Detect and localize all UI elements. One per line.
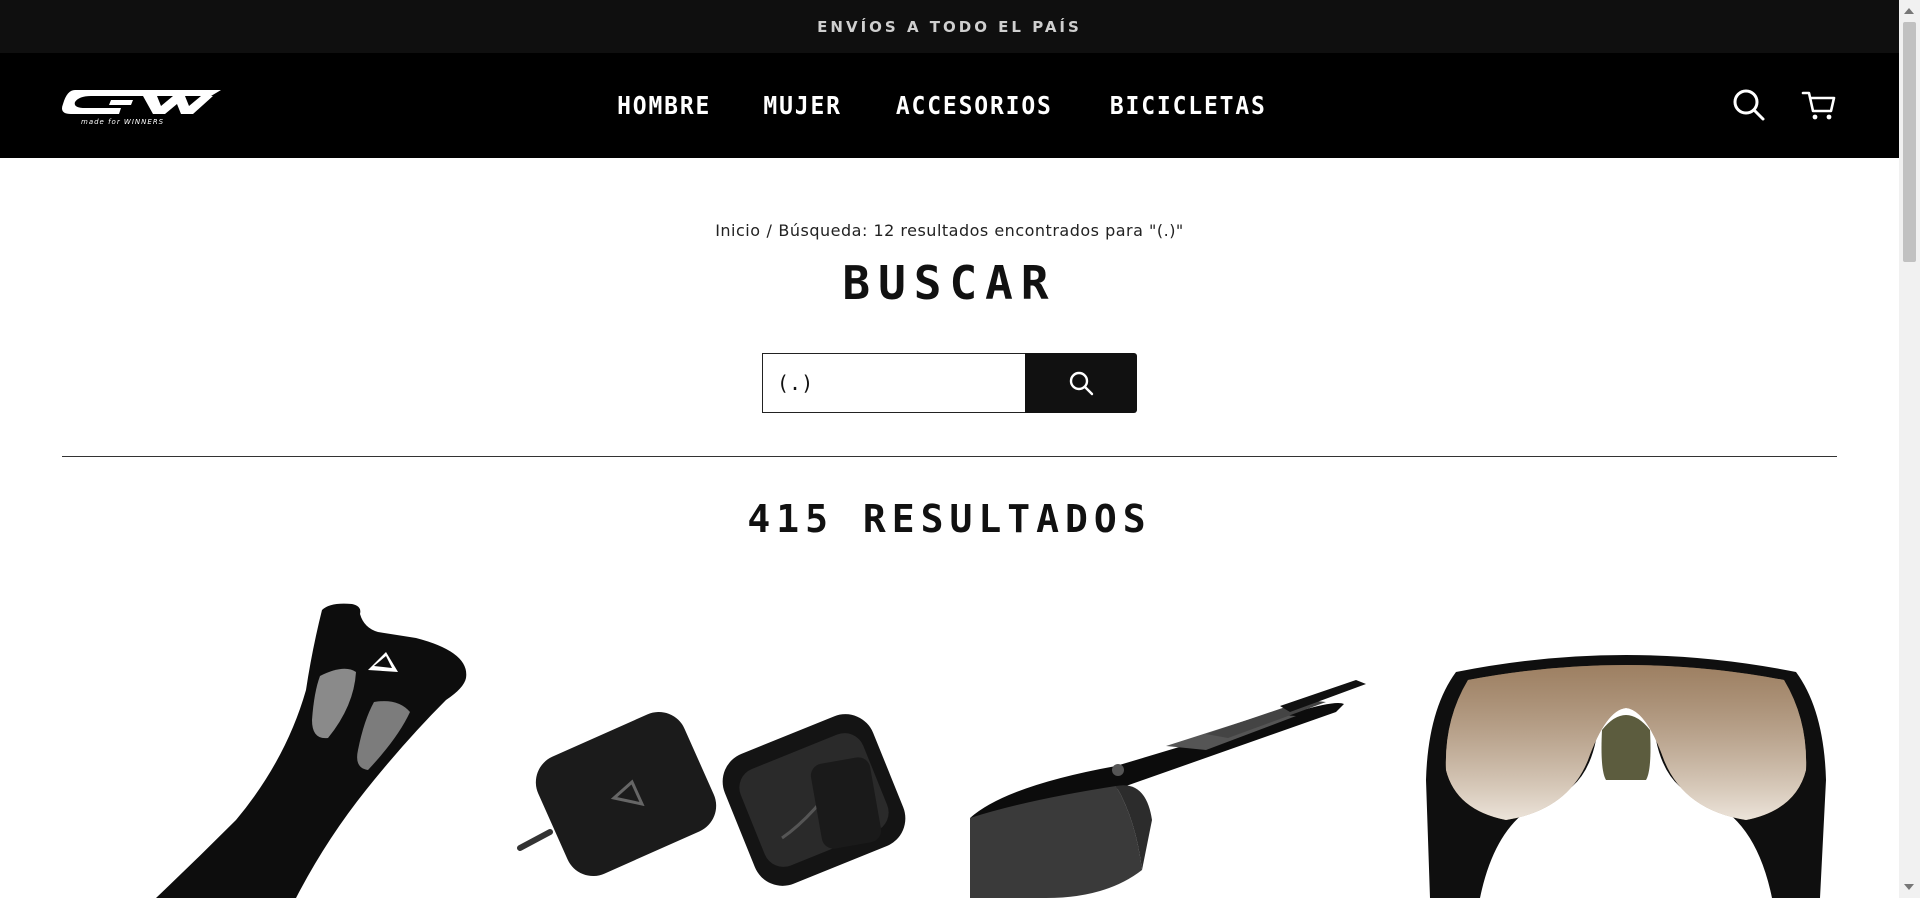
product-grid bbox=[116, 580, 1836, 898]
sport-sunglasses-black-image bbox=[970, 680, 1366, 898]
bike-bag-image bbox=[517, 711, 906, 886]
scroll-down-arrow-icon[interactable] bbox=[1904, 884, 1914, 890]
page-scrollbar[interactable] bbox=[1899, 0, 1920, 898]
header-search-button[interactable] bbox=[1731, 87, 1767, 123]
scrollbar-thumb[interactable] bbox=[1903, 22, 1916, 262]
section-divider bbox=[62, 456, 1837, 457]
search-input[interactable] bbox=[762, 353, 1025, 413]
saddle-cover-image bbox=[156, 603, 467, 898]
nav-item-hombre[interactable]: HOMBRE bbox=[617, 91, 711, 120]
results-heading: 415 RESULTADOS bbox=[747, 497, 1152, 541]
sport-sunglasses-bronze-image bbox=[1426, 655, 1826, 898]
search-icon bbox=[1733, 89, 1765, 121]
breadcrumb-current: Búsqueda: 12 resultados encontrados para… bbox=[778, 221, 1184, 240]
breadcrumb-home-link[interactable]: Inicio bbox=[715, 221, 760, 240]
search-icon bbox=[1069, 371, 1094, 396]
header-cart-button[interactable] bbox=[1801, 87, 1837, 123]
product-card[interactable] bbox=[1416, 580, 1836, 898]
announcement-text: ENVÍOS A TODO EL PAÍS bbox=[817, 17, 1082, 36]
product-card[interactable] bbox=[966, 580, 1406, 898]
scroll-up-arrow-icon[interactable] bbox=[1904, 8, 1914, 14]
site-header: made for WINNERS HOMBRE MUJER ACCESORIOS… bbox=[0, 53, 1899, 158]
product-card[interactable] bbox=[116, 580, 496, 898]
nav-item-bicicletas[interactable]: BICICLETAS bbox=[1110, 91, 1267, 120]
search-submit-button[interactable] bbox=[1025, 353, 1137, 413]
nav-item-mujer[interactable]: MUJER bbox=[763, 91, 841, 120]
nav-item-accesorios[interactable]: ACCESORIOS bbox=[896, 91, 1053, 120]
product-card[interactable] bbox=[516, 580, 956, 898]
page-title: BUSCAR bbox=[842, 256, 1057, 310]
cart-icon bbox=[1801, 91, 1836, 120]
breadcrumb-separator: / bbox=[766, 221, 773, 240]
search-form bbox=[762, 353, 1137, 413]
breadcrumb: Inicio / Búsqueda: 12 resultados encontrad… bbox=[0, 221, 1899, 240]
main-nav: HOMBRE MUJER ACCESORIOS BICICLETAS bbox=[0, 53, 1899, 158]
announcement-bar: ENVÍOS A TODO EL PAÍS bbox=[0, 0, 1899, 53]
